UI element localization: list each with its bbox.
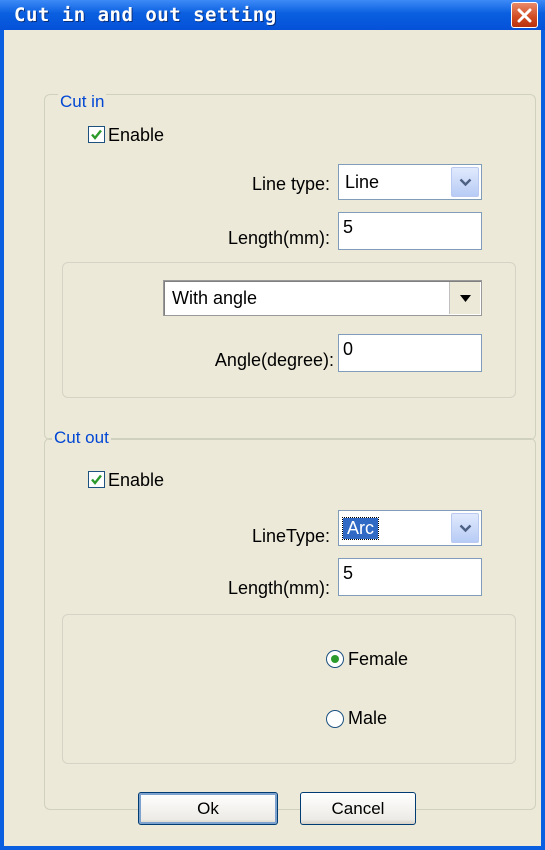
cut-out-length-value: 5 xyxy=(343,563,354,583)
cut-out-line-type-select[interactable]: Arc xyxy=(338,510,482,546)
cut-in-line-type-value: Line xyxy=(345,172,380,192)
dialog-window: Cut in and out setting Cut in Enable Lin… xyxy=(0,0,545,850)
cut-in-line-type-label: Line type: xyxy=(251,174,330,194)
female-radio[interactable] xyxy=(326,650,344,668)
cut-in-angle-value: 0 xyxy=(343,339,354,359)
cut-out-length-label: Length(mm): xyxy=(227,578,330,598)
male-label: Male xyxy=(348,708,388,728)
cut-in-length-value: 5 xyxy=(343,217,354,237)
close-icon xyxy=(517,8,532,23)
cancel-button[interactable]: Cancel xyxy=(300,792,416,825)
dropdown-button[interactable] xyxy=(451,513,479,543)
ok-button[interactable]: Ok xyxy=(138,792,278,825)
cut-in-legend: Cut in xyxy=(58,92,107,112)
cut-out-legend: Cut out xyxy=(52,428,111,448)
cut-out-line-type-value: Arc xyxy=(342,517,379,540)
cut-in-length-field[interactable]: 5 xyxy=(338,212,482,250)
title-bar[interactable]: Cut in and out setting xyxy=(0,0,545,30)
cut-in-line-type-select[interactable]: Line xyxy=(338,164,482,200)
cut-out-enable-label: Enable xyxy=(108,470,165,490)
checkmark-icon xyxy=(91,129,102,140)
cut-in-length-label: Length(mm): xyxy=(227,228,330,248)
chevron-down-icon xyxy=(459,178,472,187)
cut-in-mode-value: With angle xyxy=(172,288,258,308)
cut-in-mode-select[interactable]: With angle xyxy=(163,280,482,316)
cut-out-length-field[interactable]: 5 xyxy=(338,558,482,596)
cut-in-enable-label: Enable xyxy=(108,125,165,145)
cut-out-gender-group xyxy=(62,614,516,764)
dropdown-button[interactable] xyxy=(449,282,480,314)
radio-dot-icon xyxy=(331,655,339,663)
female-label: Female xyxy=(348,649,409,669)
cut-in-enable-checkbox[interactable] xyxy=(88,126,105,143)
cut-out-enable-checkbox[interactable] xyxy=(88,471,105,488)
cut-in-angle-label: Angle(degree): xyxy=(214,350,334,370)
cut-in-angle-field[interactable]: 0 xyxy=(338,334,482,372)
window-title: Cut in and out setting xyxy=(14,4,277,26)
cut-out-line-type-label: LineType: xyxy=(251,526,330,546)
chevron-down-icon xyxy=(459,524,472,533)
checkmark-icon xyxy=(91,474,102,485)
dialog-body: Cut in Enable Line type: Line Length(mm)… xyxy=(4,30,541,846)
male-radio[interactable] xyxy=(326,710,344,728)
dropdown-button[interactable] xyxy=(451,167,479,197)
close-button[interactable] xyxy=(511,2,538,28)
triangle-down-icon xyxy=(460,295,471,302)
